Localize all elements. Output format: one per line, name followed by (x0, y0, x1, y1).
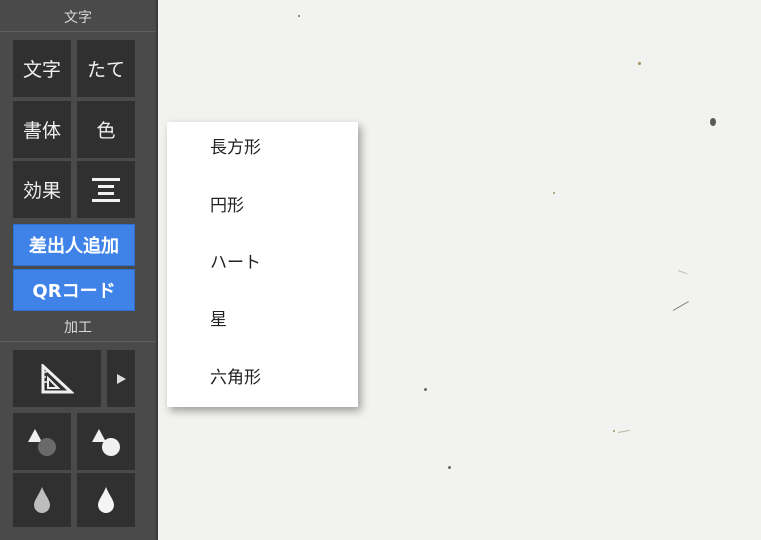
shape-button[interactable] (13, 350, 101, 407)
shape-light-button[interactable] (77, 413, 135, 470)
drop-light-icon (34, 487, 50, 513)
add-sender-button[interactable]: 差出人追加 (13, 224, 135, 266)
paper-speck (424, 388, 427, 391)
qr-code-button[interactable]: QRコード (13, 269, 135, 311)
shape-menu-expand-button[interactable] (107, 350, 135, 407)
effect-button[interactable]: 効果 (13, 161, 71, 218)
menu-item-hexagon[interactable]: 六角形 (167, 354, 358, 402)
section-title-process: 加工 (64, 320, 92, 336)
align-button[interactable] (77, 161, 135, 218)
paper-speck (553, 192, 555, 194)
section-title-text: 文字 (64, 10, 92, 26)
align-center-icon (92, 177, 120, 202)
drop-white-icon (98, 487, 114, 513)
paper-fiber (677, 270, 688, 275)
paper-speck (298, 15, 300, 17)
menu-item-rectangle[interactable]: 長方形 (167, 124, 358, 172)
section-divider (0, 31, 156, 32)
drop-light-button[interactable] (13, 473, 71, 527)
font-button[interactable]: 書体 (13, 101, 71, 158)
sidebar: 文字 文字 たて 書体 色 効果 差出人追加 QRコード 加工 (0, 0, 158, 540)
paper-fiber (617, 429, 630, 433)
play-arrow-icon (117, 373, 126, 384)
text-button[interactable]: 文字 (13, 40, 71, 97)
section-divider (0, 341, 156, 342)
vertical-text-button[interactable]: たて (77, 40, 135, 97)
shapes-light-icon (92, 428, 120, 456)
shape-dark-button[interactable] (13, 413, 71, 470)
menu-item-heart[interactable]: ハート (167, 239, 358, 287)
paper-speck (638, 62, 641, 65)
paper-fiber (672, 301, 689, 311)
paper-speck (710, 118, 716, 126)
paper-speck (448, 466, 451, 469)
paper-speck (613, 430, 615, 432)
menu-item-circle[interactable]: 円形 (167, 182, 358, 230)
drop-white-button[interactable] (77, 473, 135, 527)
shape-dropdown-menu: 長方形 円形 ハート 星 六角形 (167, 122, 358, 407)
color-button[interactable]: 色 (77, 101, 135, 158)
menu-item-star[interactable]: 星 (167, 296, 358, 344)
shapes-dark-icon (28, 428, 56, 456)
set-square-icon (41, 363, 74, 393)
